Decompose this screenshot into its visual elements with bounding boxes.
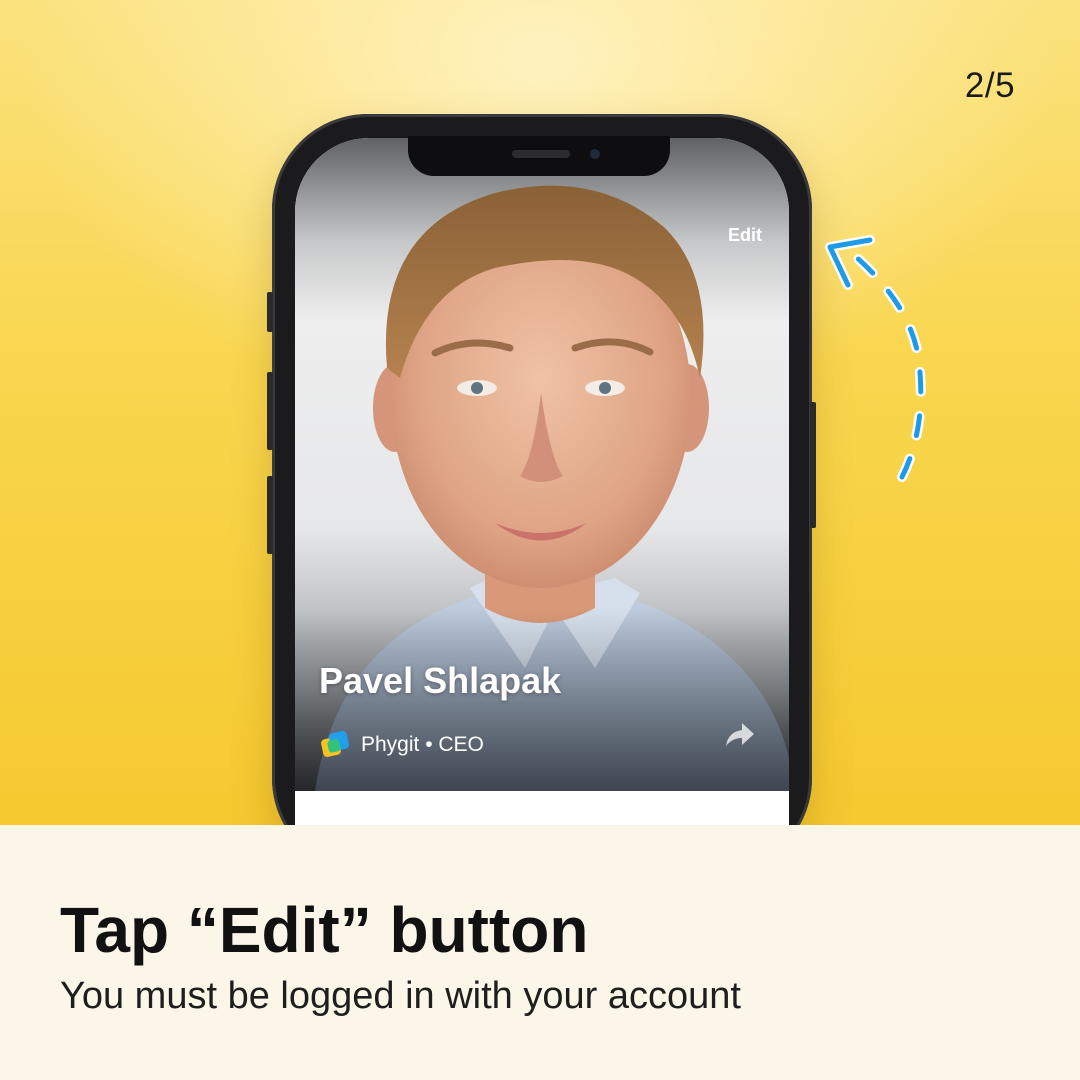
phygit-logo-icon	[319, 729, 351, 761]
phone-volume-down	[267, 476, 273, 554]
company-row: Phygit • CEO	[319, 728, 484, 762]
tutorial-slide: 2/5 Edit Pavel Shlapak Phygit • CEO Tap …	[0, 0, 1080, 1080]
share-arrow-icon[interactable]	[722, 718, 756, 752]
phone-speaker	[512, 150, 570, 158]
phone-volume-up	[267, 372, 273, 450]
caption-title: Tap “Edit” button	[60, 894, 589, 966]
curved-arrow-icon	[825, 235, 926, 482]
phone-side-button	[267, 292, 273, 332]
edit-button[interactable]: Edit	[705, 222, 785, 248]
phone-camera	[590, 149, 600, 159]
profile-name: Pavel Shlapak	[319, 660, 562, 701]
slide-counter: 2/5	[964, 66, 1016, 105]
company-role-text: Phygit • CEO	[361, 733, 484, 756]
caption-subtitle: You must be logged in with your account	[60, 975, 741, 1017]
